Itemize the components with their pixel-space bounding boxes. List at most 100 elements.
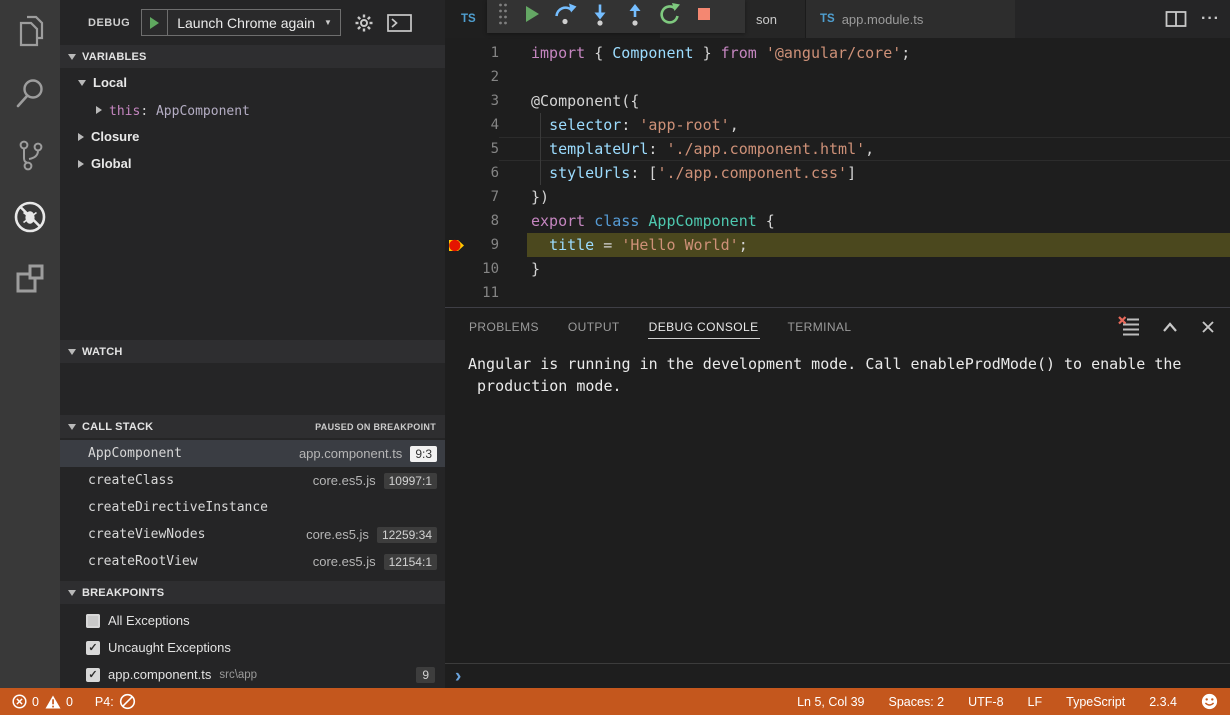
activity-bar-item-files[interactable] — [0, 2, 60, 64]
debug-console-input[interactable]: › — [445, 663, 1230, 688]
code-line[interactable]: 6 styleUrls: ['./app.component.css'] — [445, 161, 1230, 185]
call-stack-frame[interactable]: createClasscore.es5.js10997:1 — [60, 467, 445, 494]
status-item[interactable]: UTF-8 — [968, 695, 1003, 709]
line-number: 8 — [467, 209, 499, 233]
gutter-glyph-margin[interactable] — [445, 41, 467, 65]
variables-scope-global[interactable]: Global — [60, 150, 445, 177]
checkbox-checked[interactable]: ✓ — [86, 641, 100, 655]
status-item[interactable]: TypeScript — [1066, 695, 1125, 709]
watch-section-header[interactable]: WATCH — [60, 340, 445, 363]
frame-file: app.component.ts — [299, 446, 402, 461]
gutter-glyph-margin[interactable] — [445, 281, 467, 305]
maximize-panel-icon[interactable] — [1160, 319, 1180, 335]
debug-config-dropdown[interactable]: Launch Chrome again — [168, 15, 324, 31]
breakpoints-section-header[interactable]: BREAKPOINTS — [60, 581, 445, 604]
feedback-smiley-icon — [1201, 693, 1218, 710]
frame-location: core.es5.js12259:34 — [306, 527, 437, 543]
checkbox-checked[interactable]: ✓ — [86, 668, 100, 682]
gutter-glyph-margin[interactable] — [445, 185, 467, 209]
step-into-icon — [588, 2, 612, 31]
call-stack-frame[interactable]: createViewNodescore.es5.js12259:34 — [60, 521, 445, 548]
code-line[interactable]: 10} — [445, 257, 1230, 281]
variables-scope-local[interactable]: Local — [60, 69, 445, 96]
breakpoint-item[interactable]: ✓app.component.tssrc\app9 — [60, 661, 445, 688]
status-item[interactable]: Ln 5, Col 39 — [797, 695, 864, 709]
line-content: } — [499, 257, 540, 281]
chevron-down-icon[interactable]: ▼ — [324, 18, 340, 27]
debug-console-output: Angular is running in the development mo… — [468, 353, 1181, 397]
code-token: import — [531, 44, 585, 62]
gutter-glyph-margin[interactable] — [445, 89, 467, 113]
code-line[interactable]: 2 — [445, 65, 1230, 89]
code-line[interactable]: 7}) — [445, 185, 1230, 209]
breakpoint-item[interactable]: ✓Uncaught Exceptions — [60, 634, 445, 661]
status-text: Ln 5, Col 39 — [797, 695, 864, 709]
step-into-button[interactable] — [588, 4, 612, 30]
step-over-button[interactable] — [553, 4, 577, 30]
call-stack-frame[interactable]: AppComponentapp.component.ts9:3 — [60, 440, 445, 467]
status-item[interactable]: 2.3.4 — [1149, 695, 1177, 709]
code-token: templateUrl — [549, 140, 648, 158]
status-item[interactable] — [1201, 693, 1218, 710]
clear-console-icon[interactable] — [1118, 316, 1140, 337]
tab-app-module-ts[interactable]: TS app.module.ts — [805, 0, 1015, 38]
code-line[interactable]: 9 title = 'Hello World'; — [445, 233, 1230, 257]
code-token: = — [594, 236, 621, 254]
panel-tab-terminal[interactable]: TERMINAL — [787, 316, 853, 338]
line-number: 7 — [467, 185, 499, 209]
gutter-glyph-margin[interactable] — [445, 65, 467, 89]
status-item[interactable]: LF — [1028, 695, 1043, 709]
step-out-button[interactable] — [623, 4, 647, 30]
vscode-window: DEBUG Launch Chrome again ▼ VARIABLES Lo… — [0, 0, 1230, 715]
breakpoint-current-line-icon[interactable] — [445, 233, 467, 257]
variables-scope-closure[interactable]: Closure — [60, 123, 445, 150]
restart-button[interactable] — [658, 4, 682, 30]
gutter-glyph-margin[interactable] — [445, 209, 467, 233]
breakpoint-item[interactable]: All Exceptions — [60, 607, 445, 634]
more-actions-icon[interactable]: ··· — [1201, 10, 1220, 28]
code-line[interactable]: 5 templateUrl: './app.component.html', — [445, 137, 1230, 161]
variables-tree: Local this: AppComponent Closure Global — [60, 69, 445, 177]
activity-bar-item-extensions[interactable] — [0, 250, 60, 312]
call-stack-frame[interactable]: createDirectiveInstance — [60, 494, 445, 521]
activity-bar-item-debug[interactable] — [0, 188, 60, 250]
status-item[interactable]: P4: — [95, 693, 136, 710]
line-number: 1 — [467, 41, 499, 65]
frame-file: core.es5.js — [306, 527, 369, 542]
activity-bar-item-search[interactable] — [0, 64, 60, 126]
code-token: { — [585, 44, 612, 62]
split-editor-icon[interactable] — [1165, 10, 1187, 28]
code-line[interactable]: 3@Component({ — [445, 89, 1230, 113]
continue-button[interactable] — [520, 4, 542, 30]
variable-this[interactable]: this: AppComponent — [60, 96, 445, 123]
gutter-glyph-margin[interactable] — [445, 137, 467, 161]
close-panel-icon[interactable] — [1200, 319, 1216, 335]
gutter-glyph-margin[interactable] — [445, 257, 467, 281]
variables-section-header[interactable]: VARIABLES — [60, 45, 445, 68]
call-stack-frame[interactable]: createRootViewcore.es5.js12154:1 — [60, 548, 445, 575]
code-line[interactable]: 4 selector: 'app-root', — [445, 113, 1230, 137]
status-item[interactable]: Spaces: 2 — [889, 695, 945, 709]
code-token: : [ — [630, 164, 657, 182]
panel-tab-output[interactable]: OUTPUT — [567, 316, 621, 338]
start-debug-button[interactable] — [142, 10, 168, 35]
call-stack-section-header[interactable]: CALL STACK PAUSED ON BREAKPOINT — [60, 415, 445, 438]
configure-gear-button[interactable] — [354, 13, 374, 33]
code-line[interactable]: 1import { Component } from '@angular/cor… — [445, 41, 1230, 65]
collapse-icon — [78, 80, 86, 86]
gutter-glyph-margin[interactable] — [445, 161, 467, 185]
checkbox-unchecked[interactable] — [86, 614, 100, 628]
panel-tab-problems[interactable]: PROBLEMS — [468, 316, 540, 338]
gutter-glyph-margin[interactable] — [445, 113, 467, 137]
status-item[interactable]: 0 — [45, 695, 73, 709]
activity-bar-item-source-control[interactable] — [0, 126, 60, 188]
code-editor[interactable]: 1import { Component } from '@angular/cor… — [445, 38, 1230, 307]
breakpoint-path: src\app — [219, 669, 257, 681]
code-line[interactable]: 8export class AppComponent { — [445, 209, 1230, 233]
stop-button[interactable] — [693, 4, 715, 30]
debug-config-control: Launch Chrome again ▼ — [141, 9, 341, 36]
panel-tab-debug-console[interactable]: DEBUG CONSOLE — [648, 316, 760, 339]
status-item[interactable]: 0 — [12, 694, 39, 709]
code-line[interactable]: 11 — [445, 281, 1230, 305]
open-debug-console-button[interactable] — [387, 14, 412, 32]
